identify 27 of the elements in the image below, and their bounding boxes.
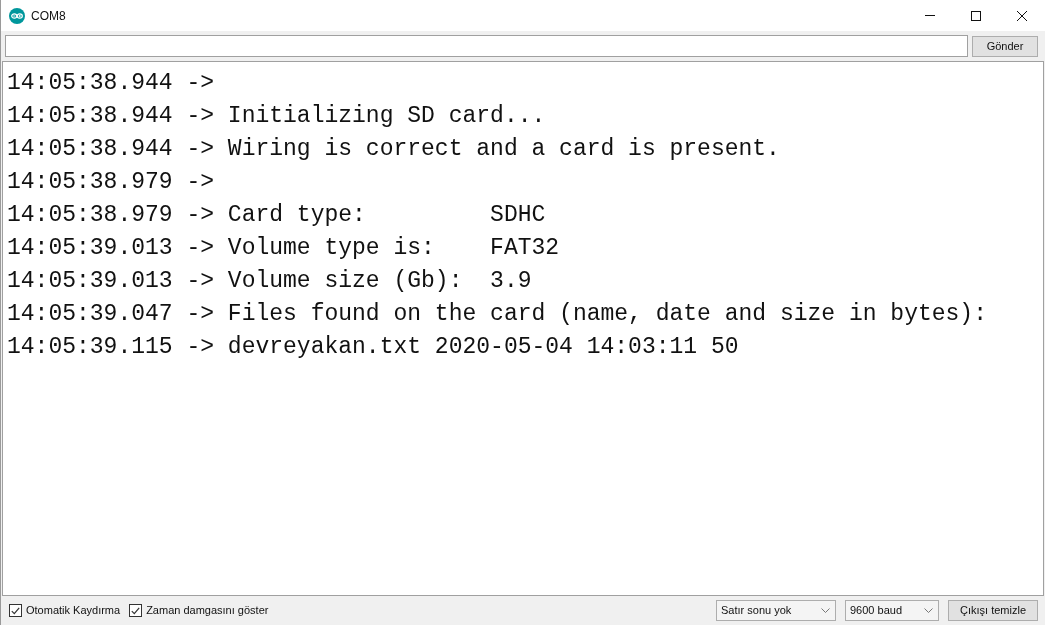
send-button[interactable]: Gönder bbox=[972, 35, 1038, 57]
dropdown[interactable]: 9600 baud bbox=[845, 600, 939, 621]
checkbox-label: Zaman damgasını göster bbox=[146, 603, 269, 619]
output-line: 14:05:39.013 -> Volume size (Gb): 3.9 bbox=[7, 267, 532, 296]
close-icon bbox=[1017, 10, 1027, 21]
checkmark-icon bbox=[11, 606, 20, 615]
checkbox[interactable] bbox=[9, 604, 22, 617]
output-line: 14:05:39.047 -> Files found on the card (name, date and size in bytes): bbox=[7, 300, 987, 329]
output-line: 14:05:38.944 -> Initializing SD card... bbox=[7, 102, 546, 131]
dropdown[interactable]: Satır sonu yok bbox=[716, 600, 836, 621]
minimize-icon bbox=[925, 15, 935, 16]
checkmark-icon bbox=[131, 606, 141, 615]
output-line: 14:05:38.944 -> Wiring is correct and a card is present. bbox=[7, 135, 780, 164]
output-line: 14:05:38.979 -> bbox=[7, 168, 215, 197]
chevron-down-icon bbox=[821, 608, 830, 613]
maximize-icon bbox=[971, 10, 981, 21]
app-logo-icon bbox=[9, 7, 25, 24]
chevron-down-icon bbox=[924, 608, 933, 613]
checkbox[interactable] bbox=[129, 604, 143, 617]
window-title: COM8 bbox=[31, 7, 66, 25]
output-line: 14:05:38.979 -> Card type: SDHC bbox=[7, 201, 546, 230]
clear-output-button[interactable]: Çıkışı temizle bbox=[948, 600, 1038, 621]
output-line: 14:05:38.944 -> bbox=[7, 69, 215, 98]
checkbox-label: Otomatik Kaydırma bbox=[26, 603, 121, 619]
input-field[interactable] bbox=[5, 35, 968, 57]
output-line: 14:05:39.115 -> devreyakan.txt 2020-05-04 14:03:11 50 bbox=[7, 333, 739, 362]
output-line: 14:05:39.013 -> Volume type is: FAT32 bbox=[7, 234, 560, 263]
